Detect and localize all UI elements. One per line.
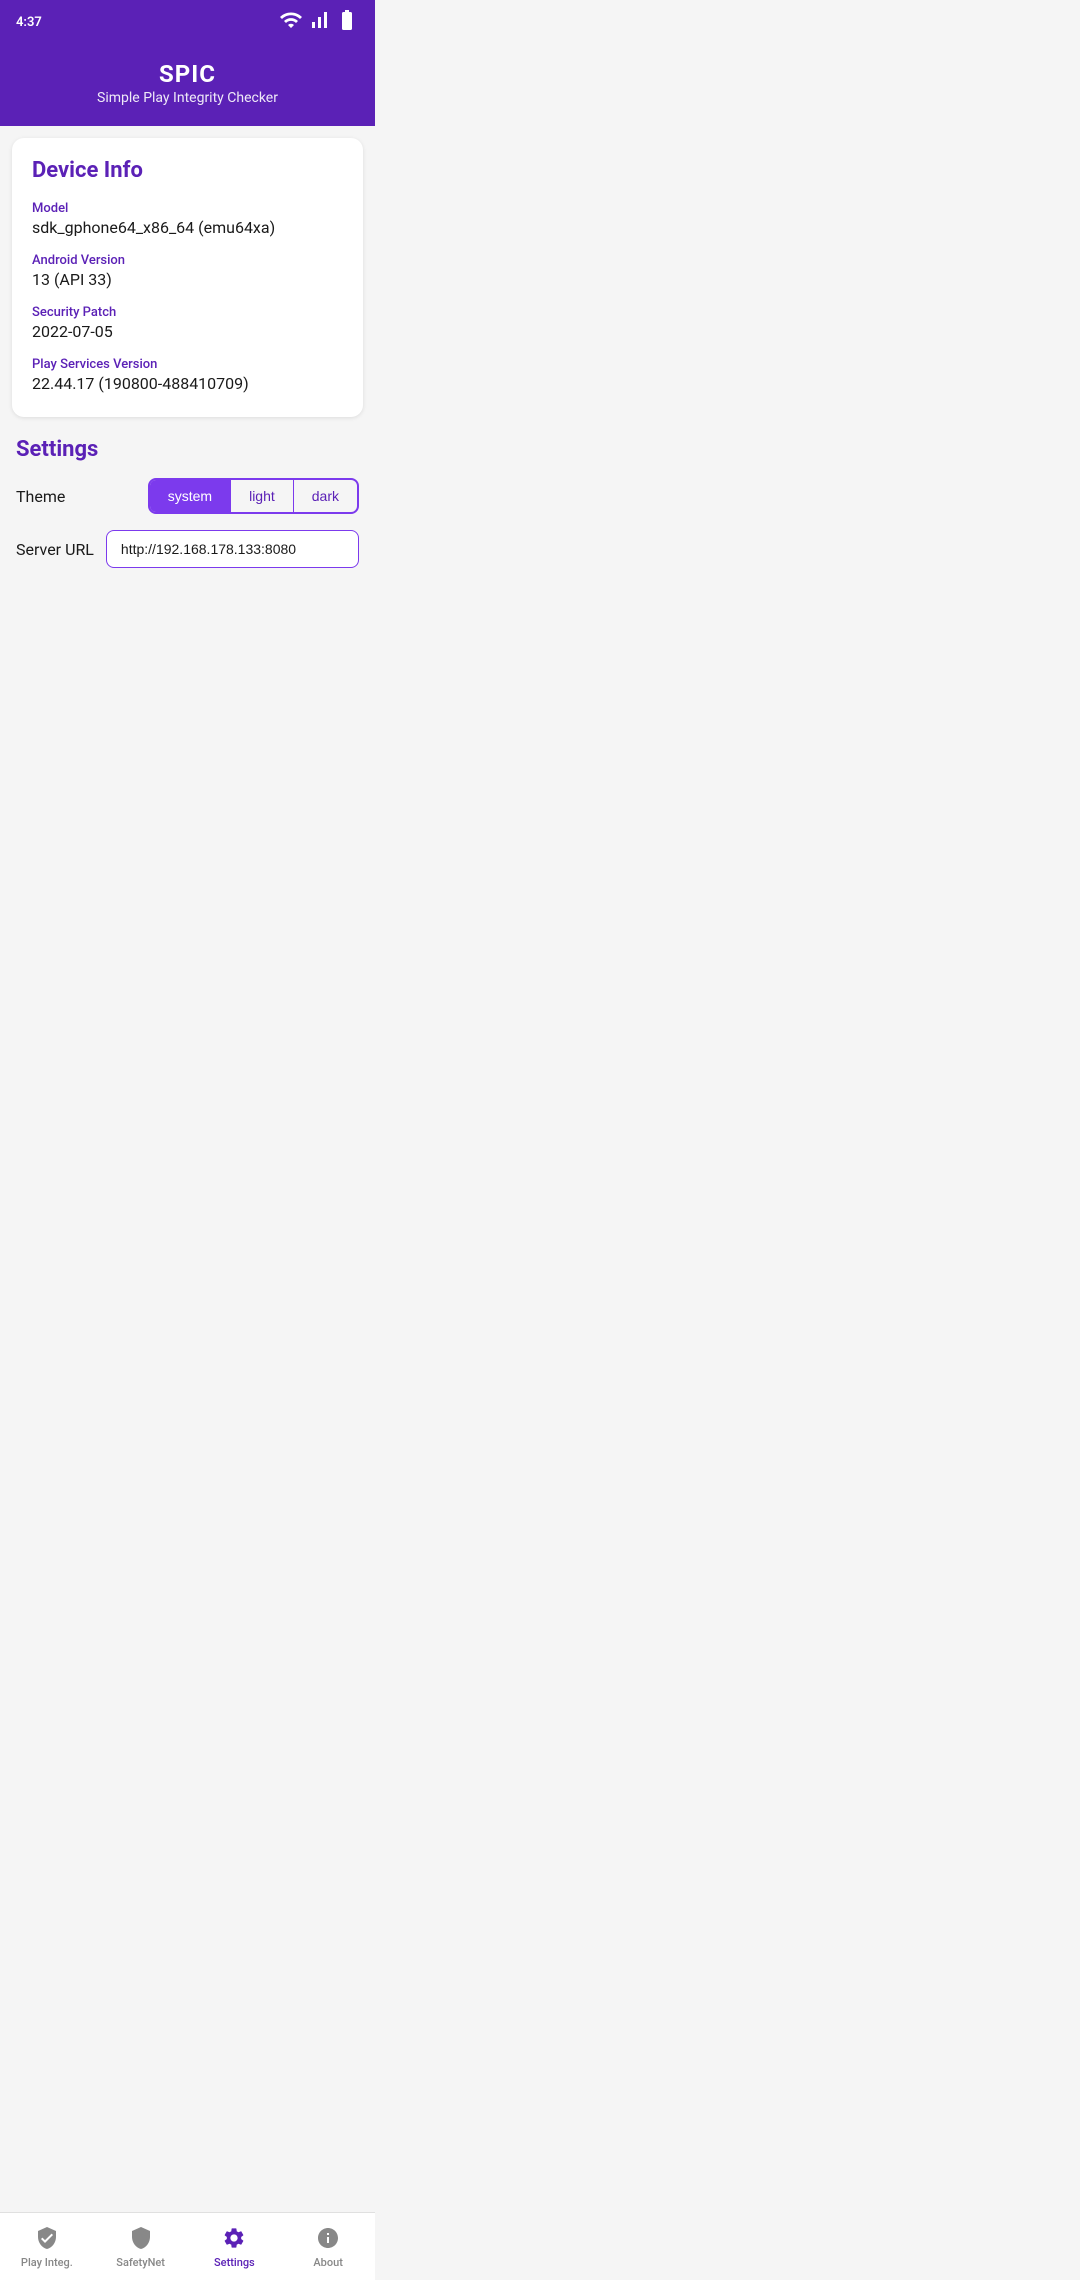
play-services-item: Play Services Version 22.44.17 (190800-4… <box>32 357 343 393</box>
status-time: 4:37 <box>16 15 42 30</box>
battery-icon <box>335 8 359 36</box>
device-info-card: Device Info Model sdk_gphone64_x86_64 (e… <box>12 138 363 417</box>
wifi-icon <box>279 8 303 36</box>
app-subtitle: Simple Play Integrity Checker <box>16 90 359 106</box>
app-title: SPIC <box>16 60 359 88</box>
theme-system-button[interactable]: system <box>150 480 231 512</box>
model-value: sdk_gphone64_x86_64 (emu64xa) <box>32 218 343 237</box>
nav-about[interactable]: About <box>281 2213 375 2280</box>
model-item: Model sdk_gphone64_x86_64 (emu64xa) <box>32 201 343 237</box>
security-patch-label: Security Patch <box>32 305 343 320</box>
signal-icon <box>307 8 331 36</box>
play-services-label: Play Services Version <box>32 357 343 372</box>
about-icon <box>314 2224 342 2252</box>
play-services-value: 22.44.17 (190800-488410709) <box>32 374 343 393</box>
nav-play-integrity-label: Play Integ. <box>21 2256 73 2269</box>
nav-settings[interactable]: Settings <box>188 2213 282 2280</box>
security-patch-value: 2022-07-05 <box>32 322 343 341</box>
theme-toggle: system light dark <box>148 478 359 514</box>
model-label: Model <box>32 201 343 216</box>
server-url-label: Server URL <box>16 540 94 559</box>
android-version-label: Android Version <box>32 253 343 268</box>
nav-play-integrity[interactable]: Play Integ. <box>0 2213 94 2280</box>
main-content: Device Info Model sdk_gphone64_x86_64 (e… <box>0 126 375 664</box>
theme-dark-button[interactable]: dark <box>294 480 357 512</box>
bottom-nav: Play Integ. SafetyNet Settings About <box>0 2212 375 2280</box>
theme-light-button[interactable]: light <box>231 480 294 512</box>
safetynet-icon <box>127 2224 155 2252</box>
play-integrity-icon <box>33 2224 61 2252</box>
nav-safetynet[interactable]: SafetyNet <box>94 2213 188 2280</box>
app-header: SPIC Simple Play Integrity Checker <box>0 44 375 126</box>
theme-label: Theme <box>16 487 65 506</box>
settings-section: Settings Theme system light dark Server … <box>12 433 363 568</box>
status-bar: 4:37 <box>0 0 375 44</box>
settings-icon <box>220 2224 248 2252</box>
status-icons <box>279 8 359 36</box>
settings-title: Settings <box>16 437 359 462</box>
device-info-title: Device Info <box>32 158 343 183</box>
nav-settings-label: Settings <box>214 2256 255 2269</box>
nav-about-label: About <box>313 2256 343 2269</box>
android-version-value: 13 (API 33) <box>32 270 343 289</box>
nav-safetynet-label: SafetyNet <box>116 2256 165 2269</box>
android-version-item: Android Version 13 (API 33) <box>32 253 343 289</box>
server-url-input[interactable] <box>106 530 359 568</box>
server-url-row: Server URL <box>16 530 359 568</box>
theme-row: Theme system light dark <box>16 478 359 514</box>
security-patch-item: Security Patch 2022-07-05 <box>32 305 343 341</box>
